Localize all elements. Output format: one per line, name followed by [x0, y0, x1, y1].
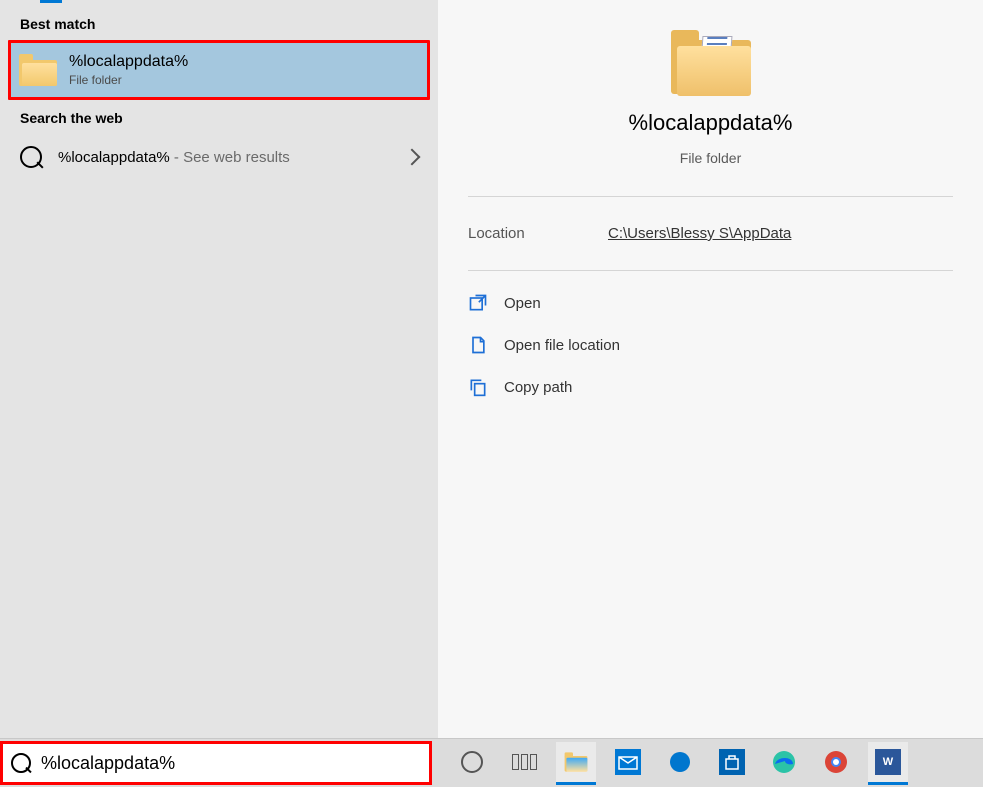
search-icon: [20, 146, 42, 168]
task-view-icon: [512, 754, 537, 770]
preview-actions: Open Open file location Copy path: [438, 271, 983, 419]
preview-pane: %localappdata% File folder Location C:\U…: [438, 0, 983, 739]
open-file-location-action[interactable]: Open file location: [464, 327, 957, 363]
preview-subtitle: File folder: [680, 150, 741, 166]
best-match-title: %localappdata%: [69, 53, 188, 71]
taskbar: W: [0, 738, 983, 787]
best-match-heading: Best match: [0, 6, 438, 40]
taskbar-icons: W: [452, 742, 908, 785]
mail-icon: [615, 749, 641, 775]
copy-path-label: Copy path: [504, 379, 572, 396]
open-action[interactable]: Open: [464, 285, 957, 321]
location-label: Location: [468, 225, 608, 242]
best-match-text: %localappdata% File folder: [69, 53, 188, 87]
cortana-button[interactable]: [452, 742, 492, 785]
web-result-suffix: - See web results: [170, 149, 290, 166]
results-pane: Best match %localappdata% File folder Se…: [0, 0, 438, 739]
search-input[interactable]: [31, 752, 421, 775]
open-label: Open: [504, 295, 541, 312]
open-file-location-label: Open file location: [504, 337, 620, 354]
word-icon: W: [875, 749, 901, 775]
chrome-button[interactable]: [816, 742, 856, 785]
edge-icon: [772, 750, 796, 774]
task-view-button[interactable]: [504, 742, 544, 785]
copy-path-icon: [468, 377, 488, 397]
taskbar-search-box[interactable]: [0, 741, 432, 785]
edge-button[interactable]: [764, 742, 804, 785]
file-explorer-button[interactable]: [556, 742, 596, 785]
chevron-right-icon: [404, 149, 421, 166]
best-match-subtitle: File folder: [69, 73, 188, 87]
mail-button[interactable]: [608, 742, 648, 785]
filter-tab-strip: [0, 0, 438, 6]
dell-icon: [670, 752, 690, 772]
store-icon: [719, 749, 745, 775]
web-search-result[interactable]: %localappdata% - See web results: [0, 134, 438, 180]
copy-path-action[interactable]: Copy path: [464, 369, 957, 405]
web-result-query: %localappdata%: [58, 149, 170, 166]
word-button[interactable]: W: [868, 742, 908, 785]
web-result-text: %localappdata% - See web results: [58, 149, 390, 166]
search-web-heading: Search the web: [0, 100, 438, 134]
location-row: Location C:\Users\Blessy S\AppData: [438, 197, 983, 270]
location-path-link[interactable]: C:\Users\Blessy S\AppData: [608, 225, 791, 242]
folder-icon: [19, 54, 57, 86]
open-icon: [468, 293, 488, 313]
preview-header: %localappdata% File folder: [438, 30, 983, 196]
search-icon: [11, 753, 31, 773]
open-file-location-icon: [468, 335, 488, 355]
cortana-icon: [461, 751, 483, 773]
search-results-window: Best match %localappdata% File folder Se…: [0, 0, 983, 739]
dell-app-button[interactable]: [660, 742, 700, 785]
chrome-icon: [824, 750, 848, 774]
folder-icon: [671, 30, 751, 96]
active-filter-indicator: [40, 0, 62, 3]
file-explorer-icon: [565, 752, 588, 771]
best-match-result[interactable]: %localappdata% File folder: [8, 40, 430, 100]
preview-title: %localappdata%: [629, 110, 793, 136]
store-button[interactable]: [712, 742, 752, 785]
